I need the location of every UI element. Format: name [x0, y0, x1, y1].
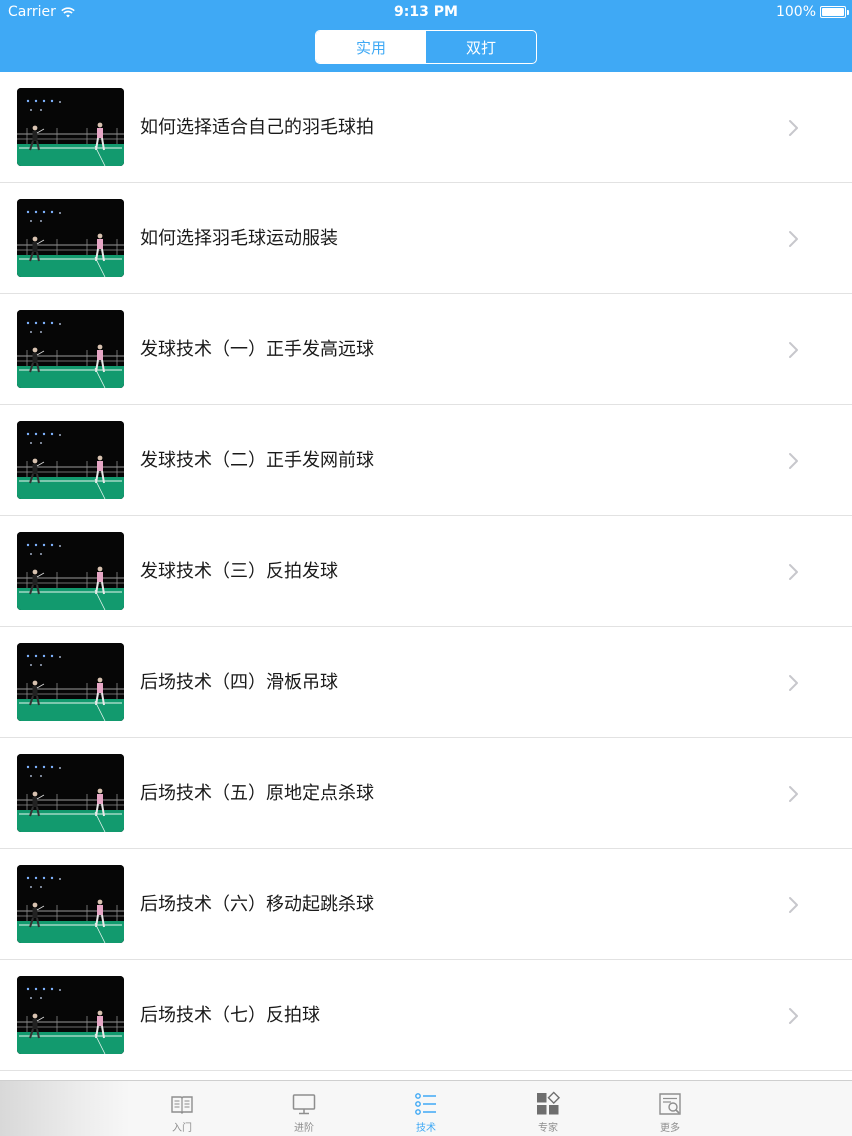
video-thumbnail: [17, 865, 124, 943]
chevron-right-icon: [786, 563, 800, 581]
grid-icon: [537, 1091, 561, 1115]
tab-advanced[interactable]: 进阶: [243, 1081, 365, 1136]
tab-label: 进阶: [294, 1123, 314, 1134]
chevron-right-icon: [786, 119, 800, 137]
chevron-right-icon: [786, 452, 800, 470]
list-item-title: 如何选择适合自己的羽毛球拍: [140, 117, 374, 138]
book-icon: [171, 1096, 193, 1114]
tabbar-shadow: [0, 1081, 130, 1136]
court-thumbnail-image: [17, 421, 124, 499]
document-icon: [659, 1093, 681, 1115]
monitor-icon: [292, 1094, 316, 1115]
chevron-right-icon: [786, 785, 800, 803]
tab-intro[interactable]: 入门: [121, 1081, 243, 1136]
list-item-title: 后场技术（四）滑板吊球: [140, 672, 338, 693]
video-thumbnail: [17, 199, 124, 277]
tab-technique[interactable]: 技术: [365, 1081, 487, 1136]
segment-doubles[interactable]: 双打: [426, 31, 536, 63]
list-item-title: 后场技术（五）原地定点杀球: [140, 783, 374, 804]
chevron-right-icon: [786, 896, 800, 914]
video-thumbnail: [17, 421, 124, 499]
list-item[interactable]: 如何选择羽毛球运动服装: [0, 183, 852, 294]
navigation-header: Carrier 9:13 PM 100% 实用 双打: [0, 0, 852, 72]
video-thumbnail: [17, 88, 124, 166]
tab-label: 更多: [660, 1123, 680, 1134]
court-thumbnail-image: [17, 199, 124, 277]
court-thumbnail-image: [17, 88, 124, 166]
video-list: 如何选择适合自己的羽毛球拍 如何选择羽毛球运动服装 发球技术（一）正手发高远球: [0, 72, 852, 1080]
list-item[interactable]: 后场技术（六）移动起跳杀球: [0, 849, 852, 960]
tab-items: 入门 进阶 技术 专家 更多: [121, 1081, 731, 1136]
status-time: 9:13 PM: [394, 4, 458, 20]
video-thumbnail: [17, 310, 124, 388]
court-thumbnail-image: [17, 532, 124, 610]
chevron-right-icon: [786, 341, 800, 359]
video-thumbnail: [17, 643, 124, 721]
tab-label: 入门: [172, 1123, 192, 1134]
video-thumbnail: [17, 976, 124, 1054]
tab-bar: 入门 进阶 技术 专家 更多: [0, 1080, 852, 1136]
status-right: 100%: [775, 4, 849, 20]
tab-more[interactable]: 更多: [609, 1081, 731, 1136]
list-item[interactable]: 后场技术（七）反拍球: [0, 960, 852, 1071]
list-item-title: 如何选择羽毛球运动服装: [140, 228, 338, 249]
battery-icon: [820, 6, 849, 18]
tab-label: 技术: [416, 1123, 436, 1134]
list-item-title: 发球技术（二）正手发网前球: [140, 450, 374, 471]
chevron-right-icon: [786, 230, 800, 248]
chevron-right-icon: [786, 674, 800, 692]
list-item-title: 后场技术（七）反拍球: [140, 1005, 320, 1026]
video-thumbnail: [17, 532, 124, 610]
battery-percent: 100%: [775, 4, 816, 20]
court-thumbnail-image: [17, 865, 124, 943]
list-item[interactable]: 后场技术（五）原地定点杀球: [0, 738, 852, 849]
video-thumbnail: [17, 754, 124, 832]
chevron-right-icon: [786, 1007, 800, 1025]
list-item-title: 发球技术（一）正手发高远球: [140, 339, 374, 360]
segment-practical[interactable]: 实用: [316, 31, 426, 63]
tab-label: 专家: [538, 1123, 558, 1134]
list-item[interactable]: 发球技术（三）反拍发球: [0, 516, 852, 627]
list-item-title: 后场技术（六）移动起跳杀球: [140, 894, 374, 915]
list-icon: [415, 1093, 436, 1115]
status-bar: Carrier 9:13 PM 100%: [0, 0, 852, 24]
list-item[interactable]: 后场技术（四）滑板吊球: [0, 627, 852, 738]
court-thumbnail-image: [17, 754, 124, 832]
court-thumbnail-image: [17, 643, 124, 721]
list-item-title: 发球技术（三）反拍发球: [140, 561, 338, 582]
list-item[interactable]: 如何选择适合自己的羽毛球拍: [0, 72, 852, 183]
list-item[interactable]: 发球技术（一）正手发高远球: [0, 294, 852, 405]
list-item[interactable]: 发球技术（二）正手发网前球: [0, 405, 852, 516]
court-thumbnail-image: [17, 310, 124, 388]
segmented-control: 实用 双打: [315, 30, 537, 64]
tab-expert[interactable]: 专家: [487, 1081, 609, 1136]
court-thumbnail-image: [17, 976, 124, 1054]
